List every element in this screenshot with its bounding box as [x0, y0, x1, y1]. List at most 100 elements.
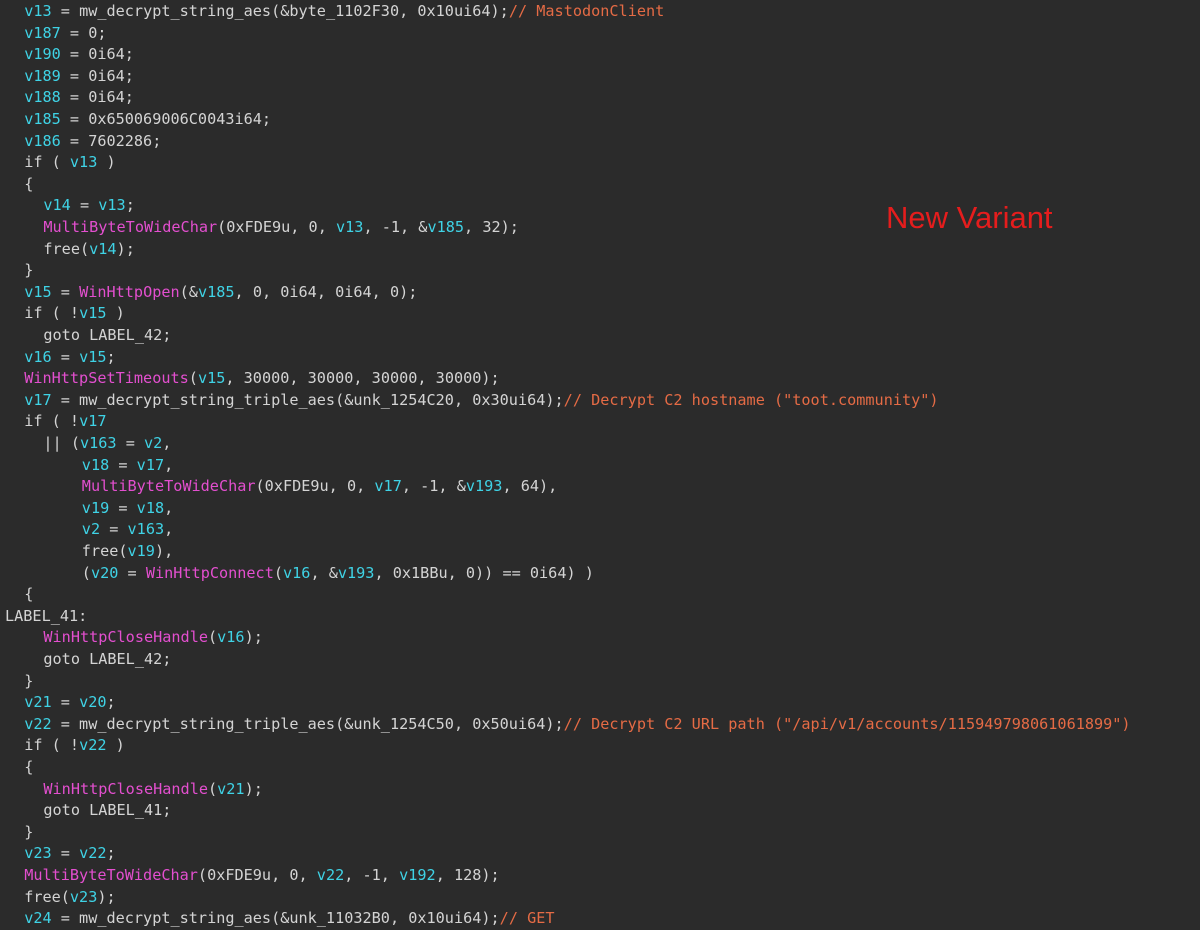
- code-text: = 0i64;: [60, 66, 134, 85]
- code-text: if (: [24, 153, 70, 172]
- code-variable: v13: [24, 2, 52, 20]
- code-text: , -1, &: [401, 477, 466, 496]
- code-text: || (: [43, 434, 80, 452]
- code-text: (: [207, 779, 218, 798]
- code-variable: v16: [283, 563, 311, 582]
- code-comment: // Decrypt C2 URL path ("/api/v1/account…: [563, 714, 1131, 733]
- code-variable: v185: [197, 282, 235, 301]
- pseudocode-view: v13 = mw_decrypt_string_aes(&byte_1102F3…: [0, 0, 1200, 928]
- code-text: (: [207, 628, 218, 647]
- code-variable: v13: [98, 196, 126, 215]
- code-variable: v193: [337, 563, 375, 582]
- code-variable: v190: [24, 45, 61, 64]
- code-variable: v22: [316, 866, 345, 884]
- code-variable: v17: [374, 477, 402, 496]
- code-text: ;: [125, 196, 135, 215]
- code-line: v19 = v18,: [82, 498, 173, 520]
- code-text: if ( !: [24, 736, 80, 755]
- code-variable: v187: [24, 23, 61, 42]
- code-variable: v189: [24, 66, 61, 85]
- code-variable: v163: [79, 434, 117, 452]
- code-text: (&: [179, 282, 198, 301]
- code-line: {: [24, 757, 33, 779]
- code-text: =: [51, 844, 80, 863]
- code-line: v187 = 0;: [24, 23, 106, 45]
- code-function: MultiByteToWideChar: [43, 218, 218, 236]
- code-line: WinHttpCloseHandle(v16);: [43, 627, 262, 649]
- code-variable: v13: [69, 153, 98, 172]
- code-line: v13 = mw_decrypt_string_aes(&byte_1102F3…: [24, 1, 664, 23]
- code-function: WinHttpCloseHandle: [43, 628, 208, 647]
- code-text: (0xFDE9u, 0,: [197, 866, 317, 884]
- code-variable: v22: [79, 736, 107, 755]
- code-variable: v19: [127, 542, 155, 560]
- code-line: v17 = mw_decrypt_string_triple_aes(&unk_…: [24, 390, 938, 412]
- code-variable: v16: [217, 628, 245, 647]
- code-text: }: [24, 671, 34, 690]
- code-variable: v21: [217, 779, 245, 798]
- code-text: , 64),: [502, 477, 558, 496]
- code-variable: v193: [465, 477, 503, 496]
- code-line: v23 = v22;: [24, 843, 115, 865]
- code-line: free(v19),: [82, 541, 173, 563]
- code-comment: // GET: [499, 909, 555, 928]
- code-text: = mw_decrypt_string_triple_aes(&unk_1254…: [51, 390, 564, 409]
- code-variable: v18: [136, 498, 165, 517]
- code-text: = mw_decrypt_string_aes(&unk_11032B0, 0x…: [51, 909, 500, 928]
- code-line: v185 = 0x650069006C0043i64;: [24, 109, 271, 131]
- code-text: =: [118, 563, 146, 582]
- code-line: if ( v13 ): [24, 152, 115, 174]
- code-text: if ( !: [24, 412, 80, 431]
- code-line: v15 = WinHttpOpen(&v185, 0, 0i64, 0i64, …: [24, 282, 417, 304]
- code-line: v22 = mw_decrypt_string_triple_aes(&unk_…: [24, 714, 1130, 736]
- code-line: || (v163 = v2,: [43, 433, 171, 455]
- code-variable: v185: [427, 218, 465, 236]
- code-comment: // Decrypt C2 hostname ("toot.community"…: [563, 390, 939, 409]
- code-line: v24 = mw_decrypt_string_aes(&unk_11032B0…: [24, 908, 554, 930]
- code-line: v14 = v13;: [43, 195, 134, 217]
- code-text: ,: [164, 520, 174, 539]
- code-variable: v2: [81, 520, 101, 539]
- code-text: = 7602286;: [60, 131, 162, 150]
- code-line: v189 = 0i64;: [24, 66, 134, 88]
- code-line: WinHttpCloseHandle(v21);: [43, 779, 262, 801]
- code-text: = 0;: [60, 23, 107, 42]
- code-variable: v17: [79, 412, 107, 431]
- code-text: ;: [106, 693, 116, 712]
- code-text: {: [24, 174, 34, 193]
- code-line: LABEL_41:: [5, 606, 87, 628]
- code-text: goto LABEL_41;: [43, 801, 172, 820]
- code-variable: v16: [24, 347, 52, 366]
- code-text: LABEL_41:: [5, 606, 88, 625]
- code-text: goto LABEL_42;: [43, 326, 172, 344]
- code-variable: v19: [81, 498, 110, 517]
- code-text: =: [109, 455, 137, 474]
- code-line: MultiByteToWideChar(0xFDE9u, 0, v22, -1,…: [24, 865, 500, 887]
- code-variable: v18: [81, 455, 110, 474]
- code-variable: v20: [79, 693, 107, 712]
- code-text: (: [81, 563, 91, 582]
- code-line: (v20 = WinHttpConnect(v16, &v193, 0x1BBu…: [82, 563, 594, 585]
- code-text: {: [24, 585, 34, 604]
- code-text: (0xFDE9u, 0,: [217, 218, 336, 236]
- code-variable: v23: [24, 844, 52, 863]
- code-text: mw_decrypt_string_aes(&byte_1102F30, 0x1…: [79, 2, 509, 20]
- code-function: WinHttpCloseHandle: [43, 779, 208, 798]
- code-text: free(: [81, 542, 128, 560]
- code-function: WinHttpSetTimeouts: [24, 369, 189, 388]
- code-text: = 0i64;: [60, 88, 134, 107]
- code-line: v2 = v163,: [82, 519, 173, 541]
- code-variable: v22: [79, 844, 107, 863]
- code-function: MultiByteToWideChar: [81, 477, 256, 496]
- code-text: ;: [106, 844, 116, 863]
- code-text: ): [106, 736, 125, 755]
- code-line: free(v14);: [43, 239, 134, 261]
- code-text: ),: [154, 542, 174, 560]
- code-line: v186 = 7602286;: [24, 131, 161, 153]
- code-variable: v15: [79, 347, 107, 366]
- code-text: (0xFDE9u, 0,: [255, 477, 375, 496]
- code-line: {: [24, 584, 33, 606]
- code-text: );: [116, 239, 135, 258]
- code-text: =: [51, 347, 80, 366]
- code-function: WinHttpConnect: [145, 563, 274, 582]
